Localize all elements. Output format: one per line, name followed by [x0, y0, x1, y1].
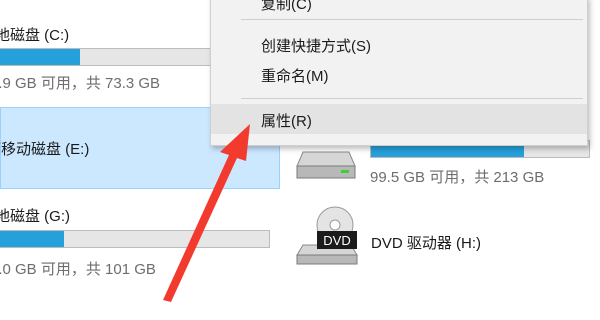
drive-c-info: 7.9 GB 可用，共 73.3 GB [0, 75, 161, 92]
menu-item-copy[interactable]: 复制(C) [211, 0, 587, 17]
drive-e-name: 可移动磁盘 (E:) [0, 141, 90, 158]
menu-separator [241, 19, 583, 20]
drive-right-info: 99.5 GB 可用，共 213 GB [370, 169, 545, 186]
drive-right[interactable]: 99.5 GB 可用，共 213 GB [295, 140, 595, 190]
hard-drive-icon [296, 151, 356, 179]
menu-item-create-shortcut[interactable]: 创建快捷方式(S) [211, 29, 587, 59]
menu-item-rename-label: 重命名(M) [261, 68, 329, 85]
drive-g-usage-bar [0, 230, 270, 248]
menu-item-properties[interactable]: 属性(R) [211, 104, 587, 134]
drive-g-info: 3.0 GB 可用，共 101 GB [0, 261, 156, 278]
menu-item-properties-label: 属性(R) [261, 113, 312, 130]
context-menu: 复制(C) 创建快捷方式(S) 重命名(M) 属性(R) [210, 0, 588, 146]
dvd-badge: DVD [323, 233, 350, 248]
dvd-drive-icon: DVD [296, 206, 358, 265]
menu-separator [241, 98, 583, 99]
drive-g-name: 本地磁盘 (G:) [0, 208, 70, 225]
menu-item-copy-label: 复制(C) [261, 0, 312, 13]
menu-item-rename[interactable]: 重命名(M) [211, 59, 587, 89]
drive-c-usage-fill [0, 49, 80, 65]
menu-item-create-shortcut-label: 创建快捷方式(S) [261, 38, 371, 55]
drive-g[interactable]: 本地磁盘 (G:) 3.0 GB 可用，共 101 GB [0, 196, 280, 278]
drive-c-name: 本地磁盘 (C:) [0, 27, 70, 44]
drive-h-name: DVD 驱动器 (H:) [371, 235, 481, 252]
drive-g-usage-fill [0, 231, 64, 247]
drive-h[interactable]: DVD DVD 驱动器 (H:) [295, 205, 595, 270]
